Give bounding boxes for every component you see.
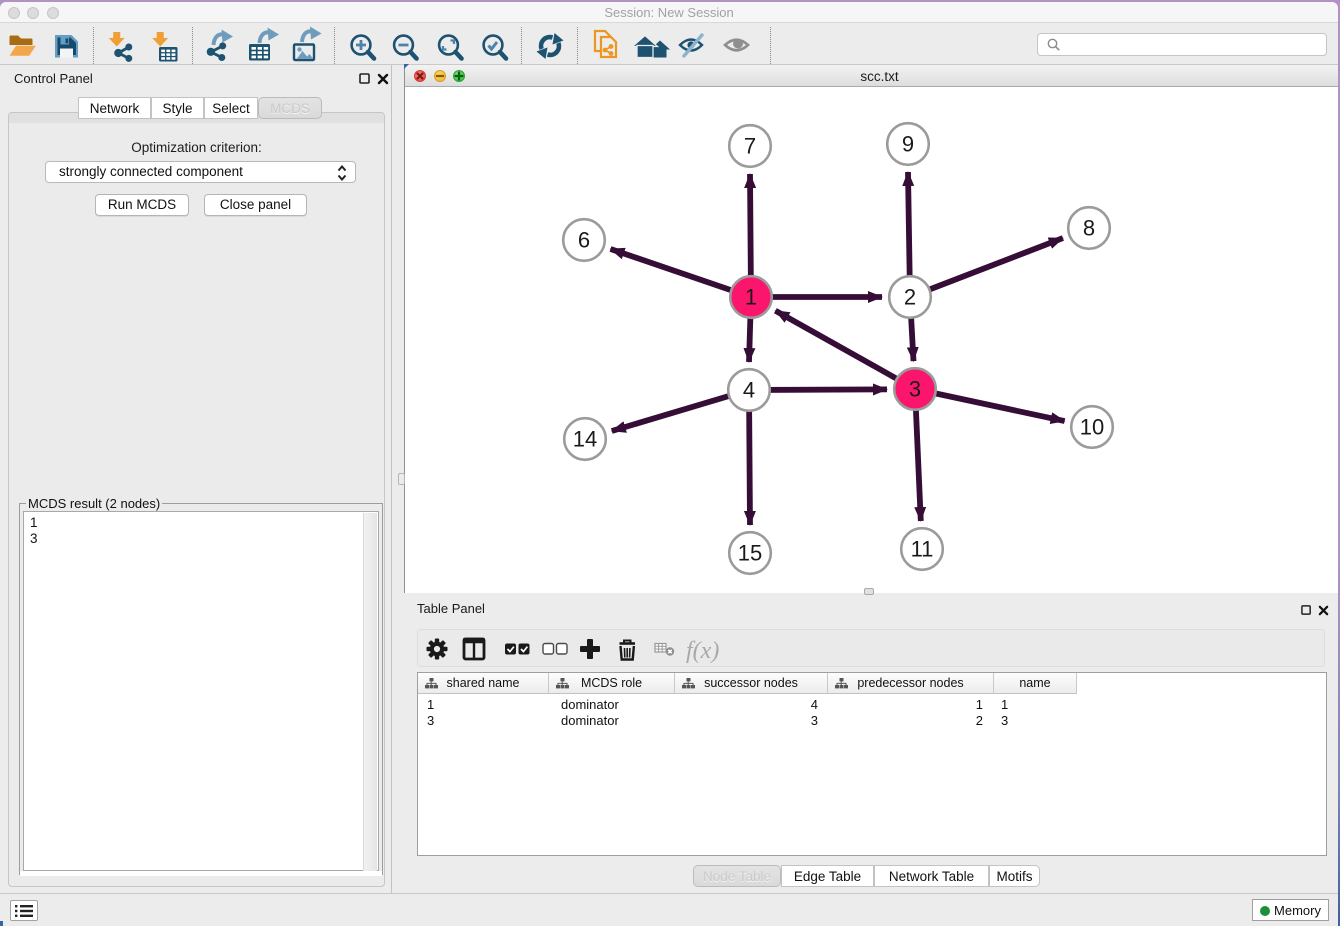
- svg-text:10: 10: [1080, 415, 1104, 440]
- svg-text:15: 15: [738, 541, 762, 566]
- svg-text:14: 14: [573, 427, 597, 452]
- svg-text:3: 3: [909, 377, 921, 402]
- svg-text:f(x): f(x): [686, 638, 719, 664]
- svg-text:4: 4: [743, 378, 755, 403]
- svg-text:7: 7: [744, 134, 756, 159]
- svg-text:11: 11: [911, 537, 934, 562]
- svg-text:8: 8: [1083, 216, 1095, 241]
- svg-text:9: 9: [902, 132, 914, 157]
- svg-text:6: 6: [578, 228, 590, 253]
- svg-text:2: 2: [904, 285, 916, 310]
- svg-text:1: 1: [745, 285, 757, 310]
